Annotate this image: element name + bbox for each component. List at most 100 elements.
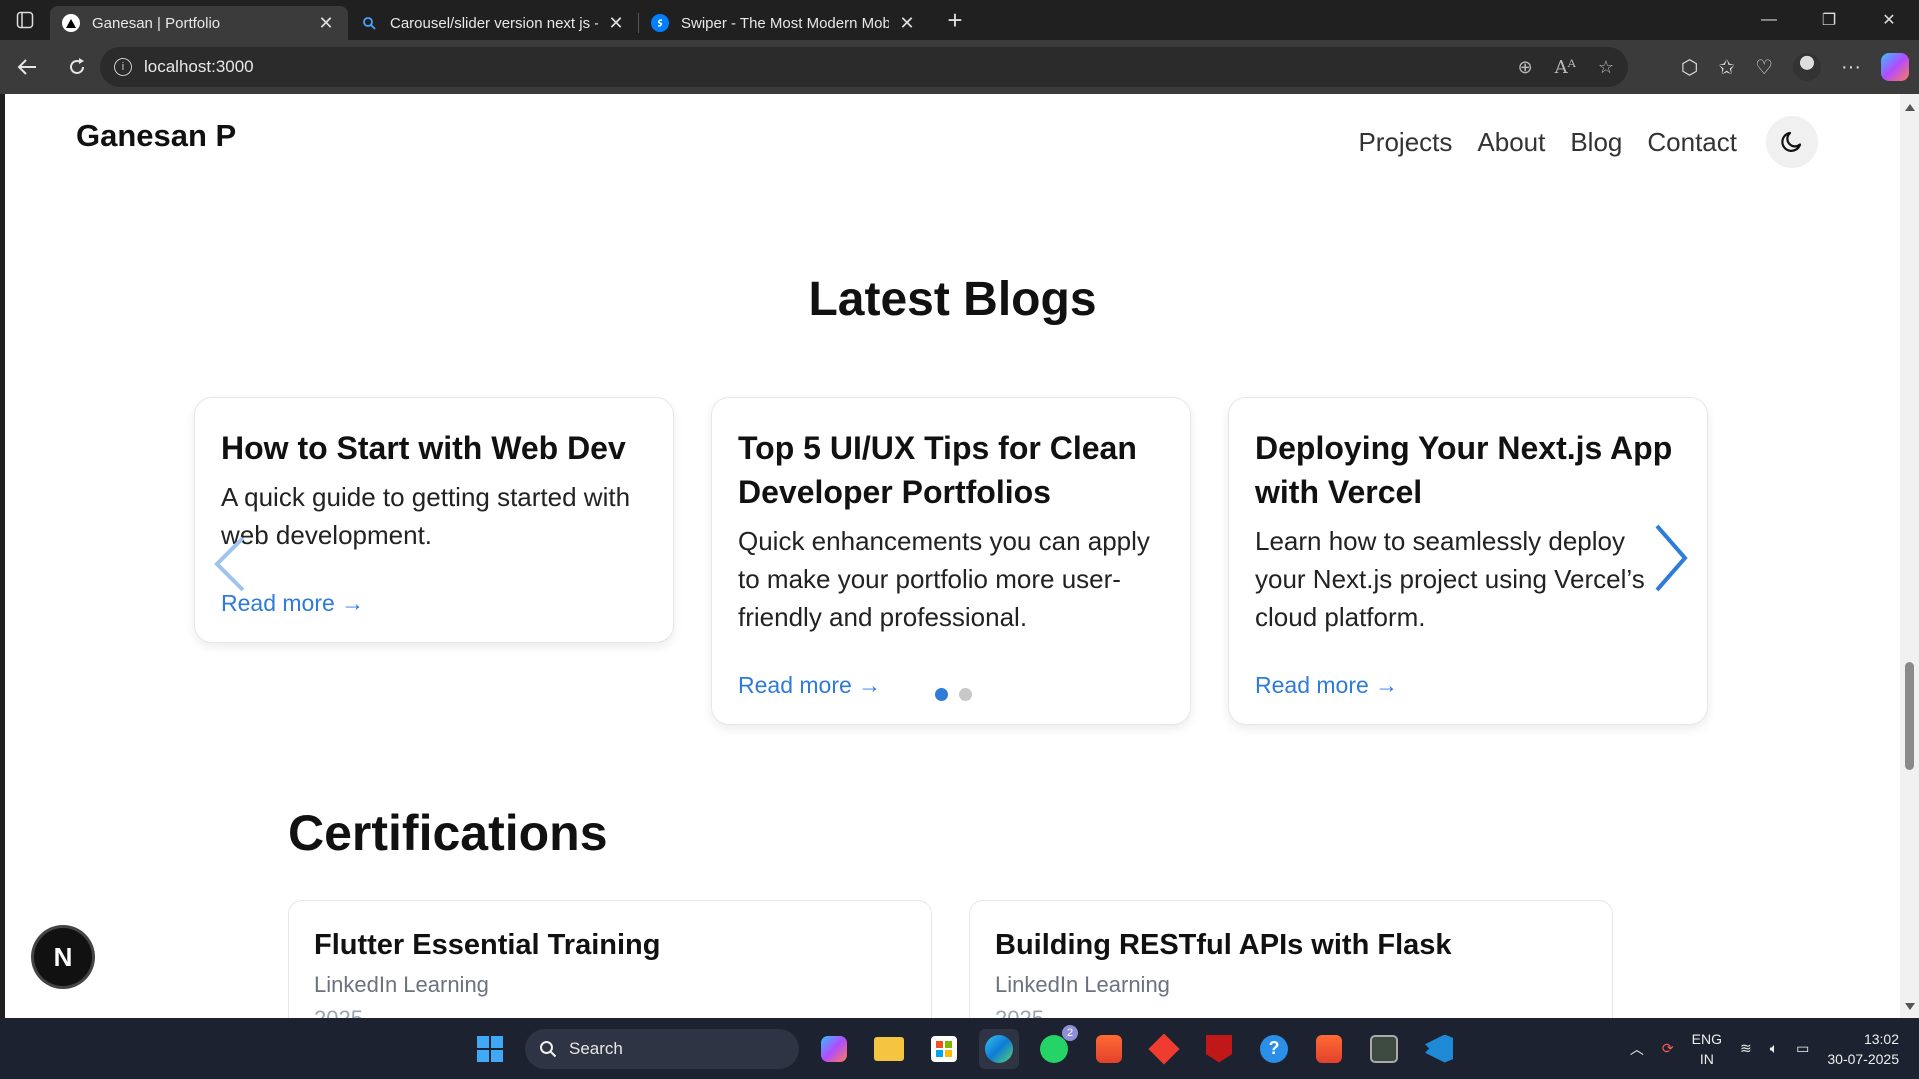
address-bar[interactable]: i localhost:3000 ⊕ Aᴬ ☆ (100, 47, 1628, 87)
read-more-link[interactable]: Read more → (738, 672, 881, 699)
nav-link-contact[interactable]: Contact (1647, 127, 1737, 158)
favorite-star-icon[interactable]: ☆ (1598, 57, 1614, 78)
blog-card-title: Top 5 UI/UX Tips for Clean Developer Por… (738, 430, 1137, 510)
volume-icon[interactable]: 🔈︎ (1770, 1040, 1778, 1057)
close-tab-icon[interactable]: ✕ (316, 13, 336, 34)
git-icon[interactable] (1144, 1029, 1184, 1069)
tab-actions-button[interactable] (0, 0, 50, 40)
clock-time: 13:02 (1863, 1030, 1899, 1047)
tab-actions-icon (16, 11, 34, 29)
pagination-dot[interactable] (959, 688, 972, 701)
carousel-pagination (935, 688, 972, 701)
browser-essentials-icon[interactable]: ♡ (1755, 55, 1773, 80)
edge-browser-icon[interactable] (979, 1028, 1019, 1069)
tab-title: Ganesan | Portfolio (92, 14, 221, 32)
reload-icon (70, 58, 84, 74)
moon-icon (1781, 131, 1802, 152)
scrollbar-thumb[interactable] (1905, 662, 1914, 770)
vercel-triangle-icon (62, 14, 80, 32)
start-button[interactable] (470, 1029, 510, 1069)
brave-icon[interactable] (1089, 1029, 1129, 1069)
copilot-app-icon[interactable] (814, 1029, 854, 1069)
site-header: Ganesan P Projects About Blog Contact (5, 94, 1900, 180)
blog-card-summary: Learn how to seamlessly deploy your Next… (1255, 526, 1645, 632)
carousel-prev-button[interactable] (209, 534, 249, 599)
nextjs-dev-indicator[interactable]: N (34, 928, 92, 986)
certification-issuer: LinkedIn Learning (995, 972, 1170, 997)
blog-card[interactable]: Top 5 UI/UX Tips for Clean Developer Por… (711, 397, 1191, 725)
url-text[interactable]: localhost:3000 (144, 57, 254, 77)
window-controls: — ❐ ✕ (1739, 0, 1919, 40)
nav-link-about[interactable]: About (1477, 127, 1545, 158)
battery-icon[interactable]: ▭ (1796, 1040, 1809, 1057)
back-button[interactable] (4, 44, 50, 90)
search-icon (540, 1040, 557, 1057)
nav-link-blog[interactable]: Blog (1570, 127, 1622, 158)
theme-toggle-button[interactable] (1766, 116, 1818, 168)
read-aloud-icon[interactable]: Aᴬ (1555, 57, 1576, 78)
windows-logo-icon (477, 1035, 503, 1062)
nav-link-projects[interactable]: Projects (1358, 127, 1452, 158)
blog-card[interactable]: How to Start with Web Dev A quick guide … (194, 397, 674, 643)
copilot-icon[interactable] (1881, 53, 1909, 81)
tab-title: Swiper - The Most Modern Mobil (681, 14, 889, 32)
whatsapp-icon[interactable]: 2 (1034, 1024, 1078, 1069)
taskbar-search-label: Search (569, 1038, 623, 1058)
chevron-left-icon (214, 536, 245, 592)
new-tab-button[interactable]: + (935, 5, 975, 36)
clock-date: 30-07-2025 (1827, 1050, 1899, 1067)
blog-card-title: Deploying Your Next.js App with Vercel (1255, 430, 1673, 510)
wifi-icon[interactable]: ≋ (1740, 1040, 1752, 1057)
certifications-section-title: Certifications (288, 805, 608, 861)
close-window-icon[interactable]: ✕ (1859, 0, 1919, 40)
close-tab-icon[interactable]: ✕ (897, 13, 917, 34)
pagination-dot[interactable] (935, 688, 948, 701)
profile-avatar[interactable] (1793, 53, 1822, 81)
read-more-link[interactable]: Read more → (1255, 672, 1398, 699)
mcafee-icon[interactable] (1199, 1029, 1239, 1069)
show-hidden-icons-chevron-icon[interactable]: ︿ (1630, 1039, 1644, 1059)
close-tab-icon[interactable]: ✕ (606, 13, 626, 34)
scroll-down-arrow-icon[interactable] (1905, 1003, 1915, 1010)
page-scrollbar[interactable] (1900, 94, 1919, 1018)
language-indicator[interactable]: ENG IN (1692, 1029, 1722, 1069)
favorites-icon[interactable]: ✩ (1718, 55, 1735, 80)
language-code: ENG (1691, 1030, 1722, 1047)
tab-portfolio[interactable]: Ganesan | Portfolio ✕ (50, 6, 348, 40)
windows-taskbar: Search 2 ? ︿ ⟳ ENG IN ≋ 🔈︎ ▭ 13:02 30-07… (0, 1018, 1919, 1079)
certification-year: 2025 (995, 1006, 1587, 1018)
system-tray: ︿ ⟳ ENG IN ≋ 🔈︎ ▭ 13:02 30-07-2025 (1630, 1018, 1899, 1079)
extensions-icon[interactable]: ⬡ (1681, 55, 1698, 80)
microsoft-store-icon[interactable] (924, 1029, 964, 1069)
more-menu-icon[interactable]: ··· (1841, 56, 1861, 79)
sync-icon[interactable]: ⟳ (1662, 1040, 1674, 1057)
taskbar-search[interactable]: Search (525, 1028, 799, 1069)
language-region: IN (1699, 1050, 1714, 1067)
android-studio-icon[interactable] (1364, 1029, 1404, 1069)
blog-card-title: How to Start with Web Dev (221, 430, 626, 466)
scroll-up-arrow-icon[interactable] (1905, 104, 1915, 111)
brand-logo[interactable]: Ganesan P (76, 118, 236, 154)
minimize-icon[interactable]: — (1739, 0, 1799, 40)
tab-bar: Ganesan | Portfolio ✕ Carousel/slider ve… (0, 0, 1919, 40)
site-info-icon[interactable]: i (114, 58, 132, 76)
carousel-next-button[interactable] (1651, 522, 1691, 599)
brave-icon[interactable] (1309, 1029, 1349, 1069)
certification-card: Building RESTful APIs with Flask LinkedI… (969, 900, 1613, 1018)
tab-title: Carousel/slider version next js - Se (390, 14, 598, 32)
file-explorer-icon[interactable] (869, 1029, 909, 1069)
tab-carousel-search[interactable]: Carousel/slider version next js - Se ✕ (348, 6, 638, 40)
search-icon (360, 14, 378, 32)
back-arrow-icon (17, 59, 36, 75)
clock[interactable]: 13:02 30-07-2025 (1827, 1029, 1899, 1069)
blog-card[interactable]: Deploying Your Next.js App with Vercel L… (1228, 397, 1708, 725)
vscode-icon[interactable] (1419, 1029, 1459, 1069)
restore-icon[interactable]: ❐ (1799, 0, 1859, 40)
tab-swiper[interactable]: Swiper - The Most Modern Mobil ✕ (639, 6, 929, 40)
page-viewport: Ganesan P Projects About Blog Contact La… (5, 94, 1900, 1018)
reload-button[interactable] (54, 44, 100, 90)
taskbar-apps: Search 2 ? (470, 1018, 1459, 1079)
certification-title: Flutter Essential Training (314, 929, 661, 961)
zoom-icon[interactable]: ⊕ (1518, 57, 1533, 78)
help-icon[interactable]: ? (1254, 1029, 1294, 1069)
